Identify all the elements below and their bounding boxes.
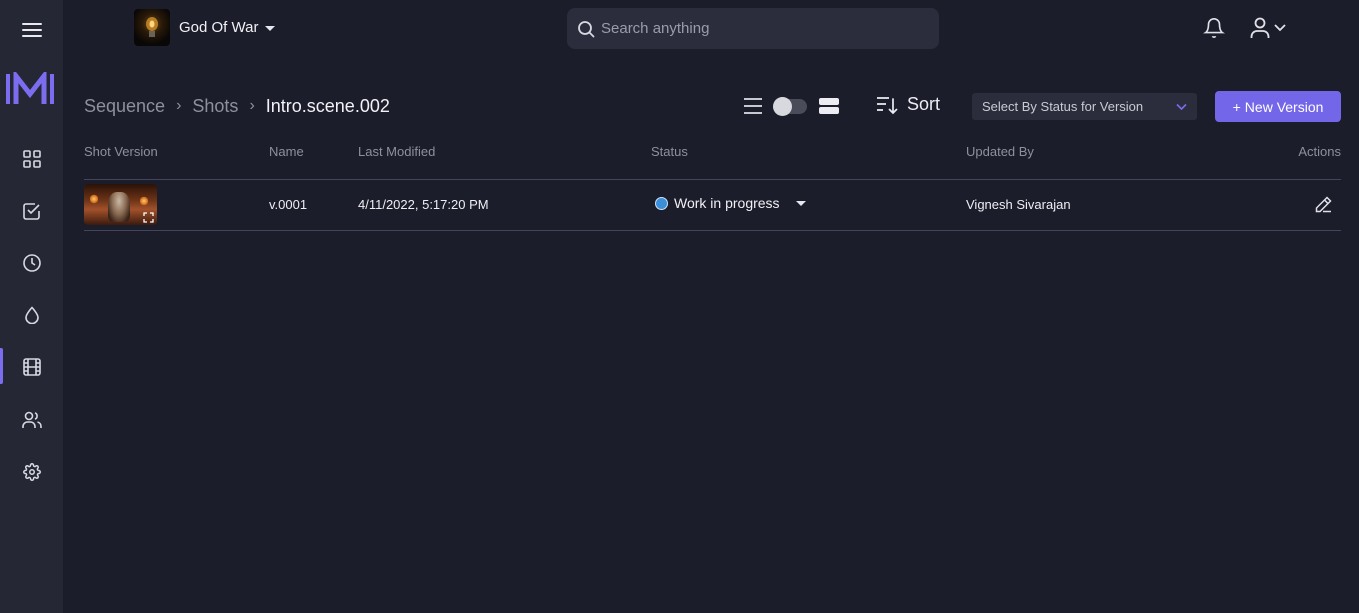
sidebar-item-shots[interactable] (0, 347, 63, 387)
thumbnail-figure (108, 192, 130, 222)
menu-icon (21, 23, 42, 37)
column-header-last-modified: Last Modified (358, 144, 436, 159)
new-version-label: New Version (1244, 98, 1324, 115)
bell-icon (1203, 18, 1225, 38)
new-version-button[interactable]: + New Version (1215, 91, 1341, 122)
clock-icon (22, 254, 41, 272)
breadcrumb-sequence[interactable]: Sequence (84, 96, 165, 117)
breadcrumb-separator: › (176, 97, 182, 114)
sidebar-item-settings[interactable] (0, 452, 63, 492)
search-icon (578, 20, 595, 37)
caret-down-icon (795, 200, 806, 206)
user-icon (1250, 17, 1270, 38)
list-icon (744, 98, 762, 114)
column-header-actions: Actions (1298, 144, 1341, 159)
version-name: v.0001 (269, 197, 308, 212)
sidebar-item-history[interactable] (0, 243, 63, 283)
sort-label: Sort (907, 94, 941, 114)
table-divider (84, 230, 1341, 231)
sidebar-item-team[interactable] (0, 400, 63, 440)
updated-by: Vignesh Sivarajan (966, 197, 1071, 212)
thumbnail-detail (140, 196, 148, 206)
menu-button[interactable] (0, 10, 63, 50)
users-icon (21, 411, 42, 428)
status-filter-select[interactable]: Select By Status for Version (972, 93, 1197, 120)
toggle-knob (773, 97, 792, 116)
chevron-down-icon (1274, 24, 1286, 32)
expand-icon[interactable] (143, 212, 154, 223)
breadcrumb: Sequence › Shots › Intro.scene.002 (84, 94, 390, 118)
column-header-status: Status (651, 144, 688, 159)
film-icon (22, 358, 41, 376)
plus-icon: + (1232, 98, 1241, 115)
column-header-shot-version: Shot Version (84, 144, 158, 159)
status-filter-label: Select By Status for Version (982, 99, 1144, 114)
gear-icon (22, 463, 41, 481)
sidebar-item-assets[interactable] (0, 295, 63, 335)
thumbnail-detail (90, 194, 98, 204)
chevron-down-icon (1176, 103, 1187, 110)
card-view-button[interactable] (819, 98, 839, 120)
app-logo (6, 72, 54, 104)
table-row[interactable]: v.0001 4/11/2022, 5:17:20 PM Work in pro… (84, 180, 1341, 230)
view-toggle[interactable] (773, 97, 807, 116)
table-header: Shot Version Name Last Modified Status U… (84, 144, 1341, 160)
sidebar-item-tasks[interactable] (0, 191, 63, 231)
notifications-button[interactable] (1203, 17, 1225, 44)
sort-button[interactable]: Sort (876, 94, 940, 115)
search-input[interactable] (601, 20, 921, 37)
pencil-icon (1315, 196, 1332, 213)
drop-icon (24, 306, 39, 324)
project-name: God Of War (179, 19, 259, 36)
last-modified: 4/11/2022, 5:17:20 PM (358, 197, 489, 212)
breadcrumb-separator: › (249, 97, 255, 114)
column-header-updated-by: Updated By (966, 144, 1034, 159)
status-dot (655, 196, 668, 210)
lightbulb-icon (146, 16, 158, 37)
project-thumbnail (134, 9, 170, 46)
list-view-button[interactable] (743, 97, 763, 120)
sort-icon (877, 96, 898, 114)
status-label: Work in progress (674, 195, 780, 211)
status-dropdown[interactable]: Work in progress (655, 195, 806, 211)
edit-button[interactable] (1315, 196, 1332, 218)
tasks-icon (22, 203, 40, 220)
project-selector[interactable]: God Of War (134, 9, 276, 46)
chevron-down-icon (265, 26, 276, 31)
search-bar (567, 8, 939, 49)
breadcrumb-shots[interactable]: Shots (192, 96, 238, 117)
user-menu-button[interactable] (1250, 17, 1287, 39)
column-header-name: Name (269, 144, 304, 159)
sidebar (0, 0, 63, 613)
dashboard-icon (22, 150, 41, 168)
shot-thumbnail[interactable] (84, 184, 157, 225)
sidebar-item-dashboard[interactable] (0, 139, 63, 179)
card-view-icon (819, 98, 839, 114)
breadcrumb-current: Intro.scene.002 (265, 95, 390, 116)
